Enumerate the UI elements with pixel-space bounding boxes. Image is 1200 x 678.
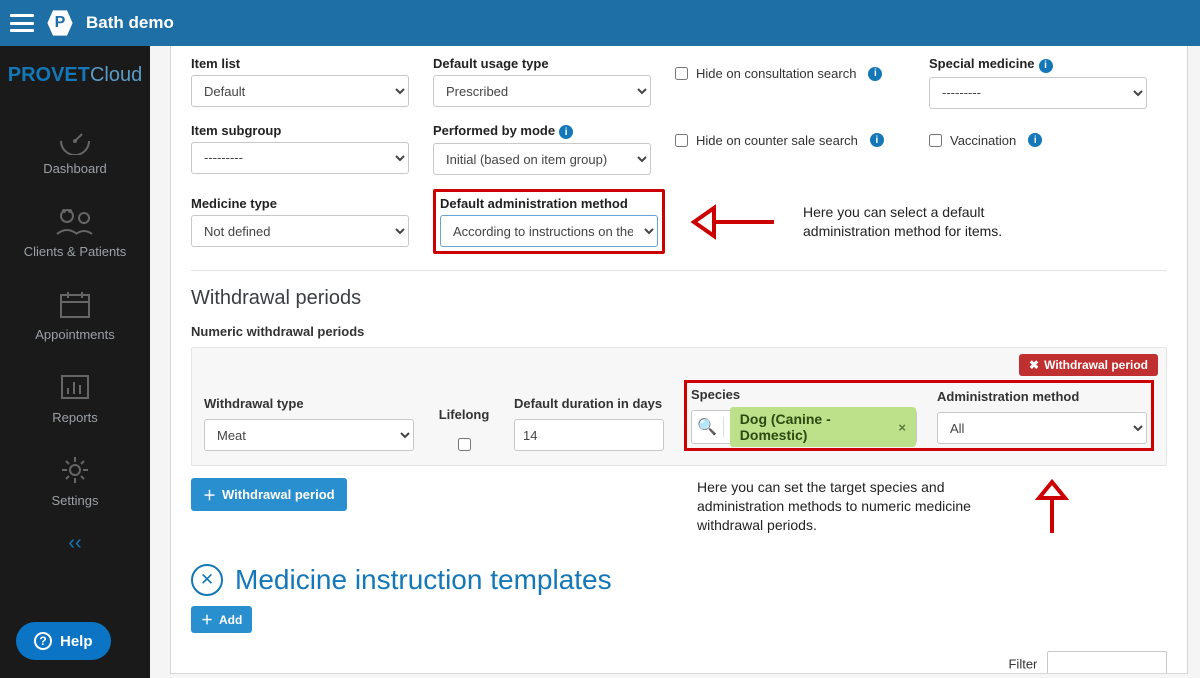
select-item-subgroup[interactable]: --------- bbox=[191, 142, 409, 174]
remove-tag-icon[interactable]: × bbox=[898, 420, 906, 435]
label-lifelong: Lifelong bbox=[439, 407, 490, 422]
sidebar-item-dashboard[interactable]: Dashboard bbox=[0, 107, 150, 190]
species-selector[interactable]: 🔍 Dog (Canine - Domestic)× bbox=[691, 410, 917, 444]
select-item-list[interactable]: Default bbox=[191, 75, 409, 107]
select-special-medicine[interactable]: --------- bbox=[929, 77, 1147, 109]
brand-logo: PROVETCloud bbox=[8, 64, 143, 87]
close-icon: ✖ bbox=[1029, 358, 1039, 372]
app-logo-icon: P bbox=[46, 9, 74, 37]
help-icon: ? bbox=[34, 632, 52, 650]
highlight-default-admin: Default administration method According … bbox=[433, 189, 665, 254]
select-withdrawal-type[interactable]: Meat bbox=[204, 419, 414, 451]
info-icon[interactable]: i bbox=[1028, 133, 1042, 147]
label-withdrawal-type: Withdrawal type bbox=[204, 396, 414, 411]
select-admin-method[interactable]: All bbox=[937, 412, 1147, 444]
label-admin-method: Administration method bbox=[937, 389, 1147, 404]
info-icon[interactable]: i bbox=[870, 133, 884, 147]
add-template-button[interactable]: ＋Add bbox=[191, 606, 252, 633]
info-icon[interactable]: i bbox=[559, 125, 573, 139]
label-species: Species bbox=[691, 387, 917, 402]
species-tag: Dog (Canine - Domestic)× bbox=[730, 407, 916, 447]
label-default-usage: Default usage type bbox=[433, 56, 651, 71]
calendar-icon bbox=[54, 287, 96, 321]
input-filter[interactable] bbox=[1047, 651, 1167, 674]
chk-vaccination[interactable]: Vaccinationi bbox=[929, 133, 1147, 148]
tools-icon: ✕ bbox=[191, 564, 223, 596]
sidebar-item-settings[interactable]: Settings bbox=[0, 439, 150, 522]
label-duration: Default duration in days bbox=[514, 396, 664, 411]
info-icon[interactable]: i bbox=[1039, 59, 1053, 73]
label-medicine-type: Medicine type bbox=[191, 196, 409, 211]
label-item-list: Item list bbox=[191, 56, 409, 71]
menu-toggle[interactable] bbox=[10, 14, 34, 32]
chk-hide-consultation[interactable]: Hide on consultation searchi bbox=[675, 66, 905, 81]
callout-species: Here you can set the target species and … bbox=[697, 478, 997, 535]
sidebar-collapse[interactable]: ‹‹ bbox=[68, 532, 81, 555]
sidebar-item-reports[interactable]: Reports bbox=[0, 356, 150, 439]
select-performed-by[interactable]: Initial (based on item group) bbox=[433, 143, 651, 175]
gear-icon bbox=[54, 453, 96, 487]
arrow-up-icon bbox=[1027, 478, 1077, 538]
section-withdrawal: Withdrawal periods bbox=[191, 287, 1167, 310]
label-filter: Filter bbox=[1008, 657, 1037, 672]
chart-icon bbox=[54, 370, 96, 404]
chk-hide-counter[interactable]: Hide on counter sale searchi bbox=[675, 133, 905, 148]
select-default-admin[interactable]: According to instructions on the pack bbox=[440, 215, 658, 247]
search-icon[interactable]: 🔍 bbox=[692, 417, 724, 437]
help-button[interactable]: ?Help bbox=[16, 622, 111, 660]
site-title: Bath demo bbox=[86, 13, 174, 33]
label-numeric-wp: Numeric withdrawal periods bbox=[191, 324, 1167, 339]
add-withdrawal-button[interactable]: ＋Withdrawal period bbox=[191, 478, 347, 511]
remove-withdrawal-button[interactable]: ✖Withdrawal period bbox=[1019, 354, 1158, 376]
callout-default-admin: Here you can select a default administra… bbox=[803, 203, 1003, 241]
label-item-subgroup: Item subgroup bbox=[191, 123, 409, 138]
section-mit: Medicine instruction templates bbox=[235, 564, 612, 596]
gauge-icon bbox=[54, 121, 96, 155]
label-performed-by: Performed by modei bbox=[433, 123, 651, 140]
sidebar-item-appointments[interactable]: Appointments bbox=[0, 273, 150, 356]
input-duration[interactable] bbox=[514, 419, 664, 451]
sidebar-item-clients[interactable]: Clients & Patients bbox=[0, 190, 150, 273]
label-special-medicine: Special medicinei bbox=[929, 56, 1147, 73]
clients-icon bbox=[52, 204, 98, 238]
plus-icon: ＋ bbox=[203, 485, 216, 504]
arrow-left-icon bbox=[689, 198, 779, 246]
plus-icon: ＋ bbox=[201, 611, 213, 628]
highlight-species-admin: Species 🔍 Dog (Canine - Domestic)× Admin… bbox=[684, 380, 1154, 451]
label-default-admin: Default administration method bbox=[440, 196, 658, 211]
chk-lifelong[interactable] bbox=[458, 438, 471, 451]
select-default-usage[interactable]: Prescribed bbox=[433, 75, 651, 107]
select-medicine-type[interactable]: Not defined bbox=[191, 215, 409, 247]
info-icon[interactable]: i bbox=[868, 67, 882, 81]
withdrawal-period-panel: ✖Withdrawal period Withdrawal type Meat … bbox=[191, 347, 1167, 466]
